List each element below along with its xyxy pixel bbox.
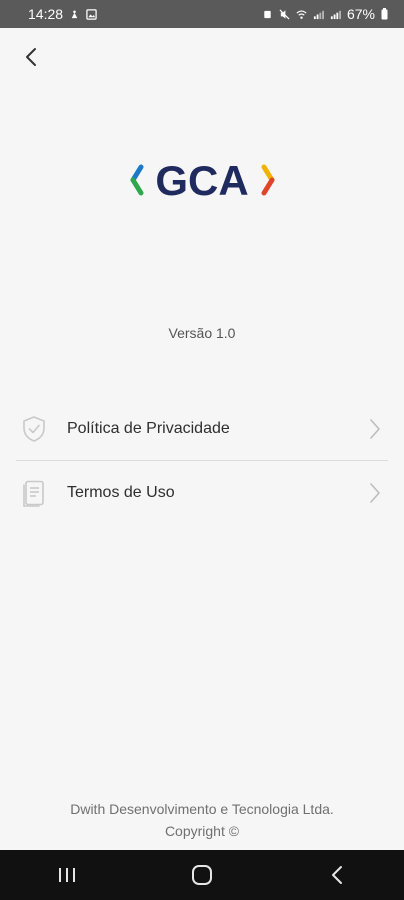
- home-icon: [191, 865, 212, 885]
- privacy-policy-label: Política de Privacidade: [67, 420, 230, 437]
- terms-of-use-label: Termos de Uso: [67, 484, 175, 501]
- signal-icon-2: [330, 10, 341, 19]
- menu-divider: [16, 460, 388, 461]
- back-button[interactable]: [16, 42, 46, 72]
- chevron-left-icon: [26, 48, 36, 66]
- chevron-right-icon: [362, 418, 388, 440]
- battery-percentage: 67%: [346, 6, 375, 22]
- home-button[interactable]: [172, 855, 232, 895]
- recent-apps-button[interactable]: [37, 855, 97, 895]
- logo-svg: GCA: [130, 157, 275, 204]
- system-back-button[interactable]: [307, 855, 367, 895]
- version-label: Versão 1.0: [168, 325, 236, 341]
- back-icon: [331, 866, 342, 884]
- chevron-right-icon: [362, 482, 388, 504]
- gesture-icon: [71, 9, 78, 18]
- mute-icon: [279, 8, 290, 20]
- footer-company: Dwith Desenvolvimento e Tecnologia Ltda.: [70, 801, 334, 817]
- privacy-policy-item[interactable]: Política de Privacidade: [16, 398, 388, 460]
- gca-logo: GCA: [130, 157, 275, 204]
- notification-icons: [69, 8, 97, 20]
- system-icons: [262, 8, 341, 20]
- shield-check-icon: [16, 415, 52, 443]
- status-bar: 14:28 67%: [0, 0, 404, 28]
- footer-copyright: Copyright ©: [164, 823, 240, 839]
- signal-icon: [313, 10, 324, 19]
- alarm-icon: [264, 10, 271, 18]
- logo-text: GCA: [155, 158, 248, 202]
- status-bar-right: 67%: [262, 6, 388, 22]
- battery-icon: [381, 8, 388, 20]
- terms-of-use-item[interactable]: Termos de Uso: [16, 462, 388, 524]
- status-bar-left: 14:28: [28, 6, 97, 22]
- system-nav-bar: [0, 850, 404, 900]
- footer: Dwith Desenvolvimento e Tecnologia Ltda.…: [0, 798, 404, 842]
- wifi-icon: [296, 9, 307, 19]
- image-icon: [86, 8, 97, 20]
- document-icon: [16, 479, 52, 507]
- status-time: 14:28: [28, 6, 64, 22]
- recent-apps-icon: [59, 868, 76, 882]
